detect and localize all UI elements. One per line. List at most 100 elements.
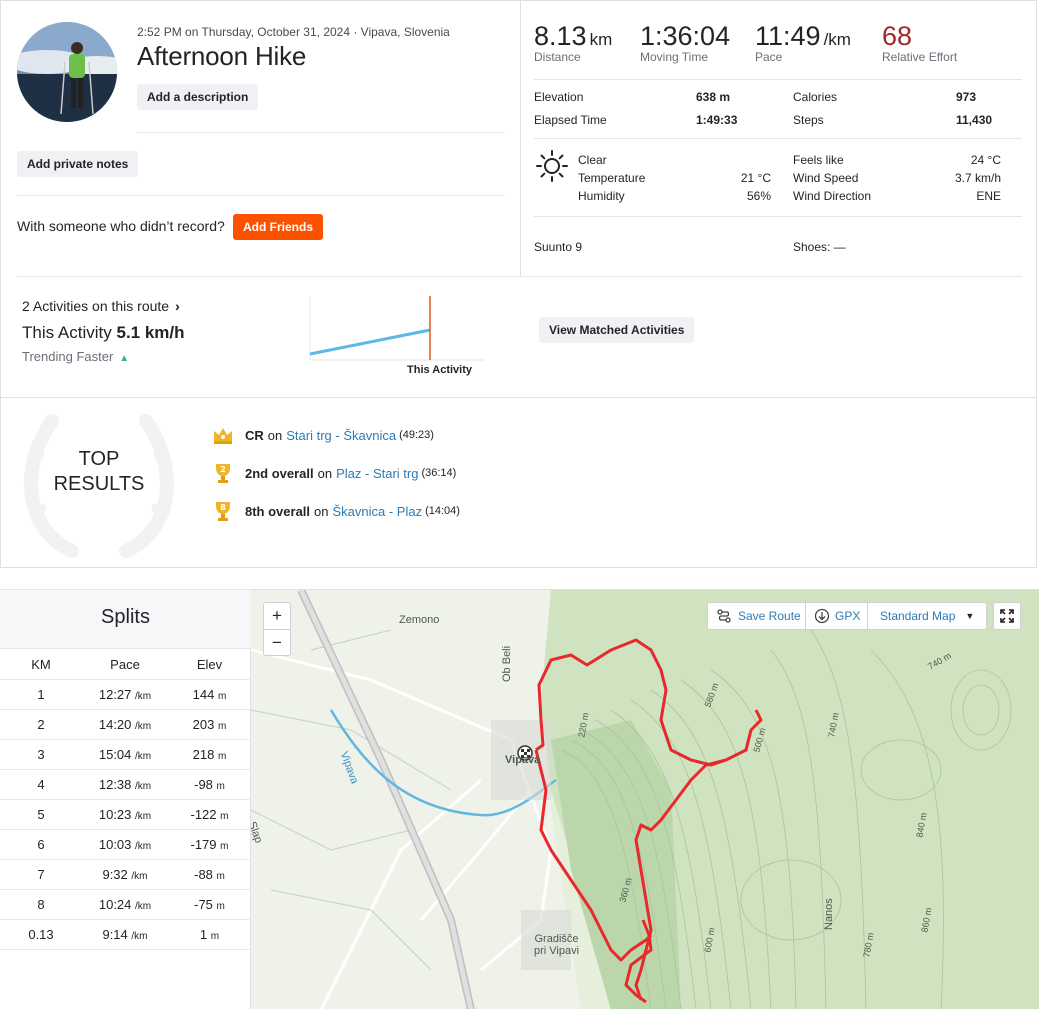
this-activity-value: 5.1 km/h [116,323,185,342]
split-pace-value: 14:20 [98,717,132,732]
split-km: 0.13 [28,927,54,942]
split-elev-unit: m [210,931,220,942]
stat-value: 1:36:04 [640,21,731,51]
split-pace: 14:20 /km [82,717,168,732]
wind-direction-label: Wind Direction [793,189,872,203]
view-matched-activities-button[interactable]: View Matched Activities [539,317,695,343]
result-badge: CR [245,427,264,443]
result-time: (49:23) [399,429,434,441]
steps-label: Steps [793,113,824,127]
calories-label: Calories [793,90,838,104]
add-private-notes-button[interactable]: Add private notes [17,151,139,177]
add-description-button[interactable]: Add a description [137,84,259,110]
top-results-title: TOP RESULTS [41,447,157,497]
segment-link[interactable]: Stari trg - Škavnica [286,428,396,443]
split-km: 6 [37,837,45,852]
stat-label: Pace [755,50,783,64]
split-row: 3 15:04 /km 218 m [0,740,251,770]
zoom-in-button[interactable]: + [264,603,290,629]
elapsed-value: 1:49:33 [696,113,738,127]
split-km: 7 [37,867,45,882]
split-elev: 144 m [168,687,251,702]
elevation-value: 638 m [696,90,731,104]
device-name: Suunto 9 [534,240,583,254]
top-results-line2: RESULTS [53,473,145,495]
save-route-button[interactable]: Save Route [707,602,810,630]
header-elev: Elev [196,657,223,672]
split-pace-unit: /km [135,721,152,732]
split-elev: -75 m [168,897,251,912]
result-item: 2 2nd overall on Plaz - Stari trg (36:14… [211,461,456,485]
route-map[interactable]: Zemono Vipava Ob Beli Vipava Gradišče pr… [251,589,1039,1009]
gpx-download-button[interactable]: GPX [805,602,870,630]
stat-value: 8.13 [534,21,587,51]
split-elev-value: -88 [194,867,213,882]
split-elev-value: 1 [199,927,208,942]
split-pace-unit: /km [131,931,148,942]
shoes-info: Shoes: — [793,240,846,254]
result-item: CR on Stari trg - Škavnica (49:23) [211,423,434,447]
split-elev: -98 m [168,777,251,792]
matched-title-text: 2 Activities on this route [22,298,170,314]
split-pace: 10:24 /km [82,897,168,912]
this-activity-label: This Activity [22,323,112,342]
split-pace-value: 12:38 [98,777,132,792]
svg-text:2: 2 [220,465,226,474]
wind-speed-value: 3.7 km/h [954,171,1001,185]
zoom-controls: + − [263,602,291,656]
map-type-label: Standard Map [880,609,956,623]
wind-direction-value: ENE [976,189,1001,203]
split-pace-unit: /km [135,691,152,702]
stat-pace: 11:49/km Pace [755,21,851,64]
split-pace: 12:27 /km [82,687,168,702]
result-on: on [314,503,329,519]
activity-card: 2:52 PM on Thursday, October 31, 2024 · … [0,0,1037,568]
split-km: 1 [37,687,45,702]
split-km: 2 [37,717,45,732]
map-type-select[interactable]: Standard Map ▼ [867,602,988,630]
caret-down-icon: ▼ [965,611,975,621]
divider [1,397,1036,398]
route-icon [717,609,731,623]
split-pace-unit: /km [135,811,152,822]
divider [534,216,1022,217]
stat-relative-effort[interactable]: 68 Relative Effort [882,21,957,64]
svg-text:8: 8 [220,503,226,512]
segment-link[interactable]: Plaz - Stari trg [336,466,418,481]
split-elev-unit: m [217,721,227,732]
divider [17,276,1022,277]
activity-meta: 2:52 PM on Thursday, October 31, 2024 · … [137,25,450,39]
sun-icon [535,149,569,186]
split-elev-value: -75 [194,897,213,912]
zoom-out-button[interactable]: − [264,629,290,655]
download-icon [814,608,830,624]
matched-activities-link[interactable]: 2 Activities on this route › [22,298,180,314]
stat-label: Distance [534,50,581,64]
split-pace-value: 10:24 [98,897,132,912]
temperature-value: 21 °C [740,171,771,185]
split-elev-value: -122 [190,807,217,822]
split-elev-unit: m [216,871,225,882]
avatar[interactable] [17,22,117,122]
split-row: 6 10:03 /km -179 m [0,830,251,860]
split-elev-unit: m [220,811,229,822]
segment-link[interactable]: Škavnica - Plaz [333,504,423,519]
with-someone-text: With someone who didn’t record? [17,218,225,234]
result-time: (36:14) [421,467,457,479]
split-elev-value: 203 [192,717,215,732]
add-friends-button[interactable]: Add Friends [233,214,324,240]
divider [17,195,505,196]
divider [534,79,1022,80]
stat-label: Relative Effort [882,50,958,64]
feels-like-value: 24 °C [970,153,1001,167]
fullscreen-button[interactable] [993,602,1021,630]
elapsed-label: Elapsed Time [534,113,607,127]
split-pace-value: 9:14 [102,927,128,942]
split-elev: -88 m [168,867,251,882]
splits-panel: Splits KM Pace Elev 1 12:27 /km 144 m 2 14:2… [0,589,251,1009]
splits-title: Splits [0,589,251,649]
header-pace: Pace [110,657,140,672]
split-km: 5 [37,807,45,822]
split-elev-value: 218 [192,747,215,762]
trend-up-icon: ▲ [119,353,130,364]
